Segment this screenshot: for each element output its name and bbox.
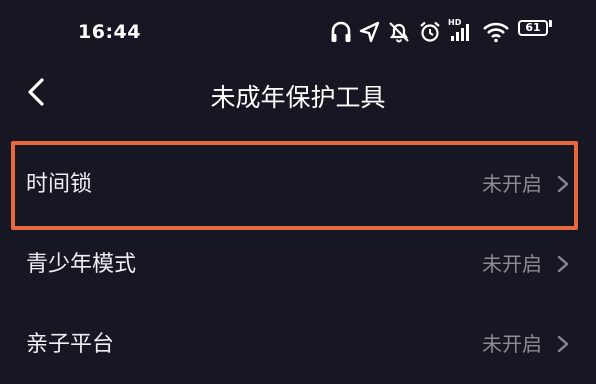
settings-item-parent-platform[interactable]: 亲子平台 未开启 xyxy=(0,304,596,384)
hd-signal-icon: HD xyxy=(448,18,476,48)
settings-item-label: 亲子平台 xyxy=(26,332,115,357)
settings-item-status: 未开启 xyxy=(482,252,542,276)
mute-icon xyxy=(387,20,411,48)
alarm-icon xyxy=(418,20,442,48)
status-time: 16:44 xyxy=(78,21,141,43)
hd-label: HD xyxy=(448,18,462,27)
highlight-box xyxy=(11,141,578,230)
battery-nub xyxy=(549,20,552,27)
chevron-right-icon xyxy=(557,255,569,273)
status-bar: 16:44 HD 61 xyxy=(0,0,596,66)
chevron-right-icon xyxy=(557,335,569,353)
battery-icon: 61 xyxy=(518,20,548,36)
headset-icon xyxy=(330,20,352,48)
settings-item-teen-mode[interactable]: 青少年模式 未开启 xyxy=(0,224,596,304)
settings-item-status: 未开启 xyxy=(482,332,542,356)
location-arrow-icon xyxy=(358,20,380,48)
settings-item-label: 青少年模式 xyxy=(26,252,137,277)
wifi-icon xyxy=(482,20,510,48)
page-title: 未成年保护工具 xyxy=(210,83,386,112)
nav-bar: 未成年保护工具 xyxy=(0,66,596,122)
